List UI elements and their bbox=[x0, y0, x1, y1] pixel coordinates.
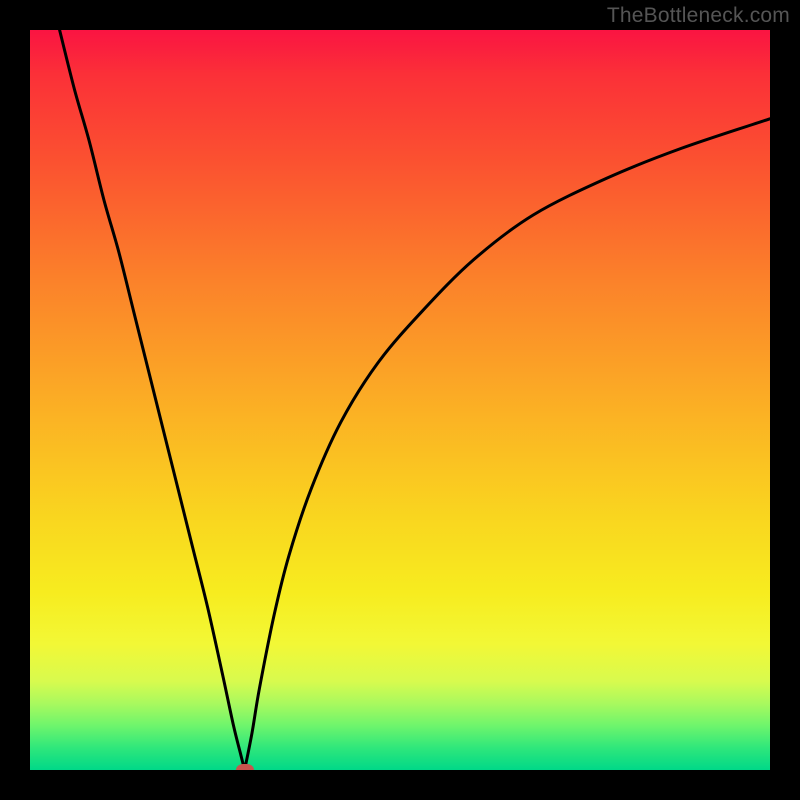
watermark-text: TheBottleneck.com bbox=[607, 4, 790, 28]
minimum-marker bbox=[236, 764, 254, 770]
bottleneck-curve bbox=[30, 30, 770, 770]
chart-frame: TheBottleneck.com bbox=[0, 0, 800, 800]
plot-area bbox=[30, 30, 770, 770]
